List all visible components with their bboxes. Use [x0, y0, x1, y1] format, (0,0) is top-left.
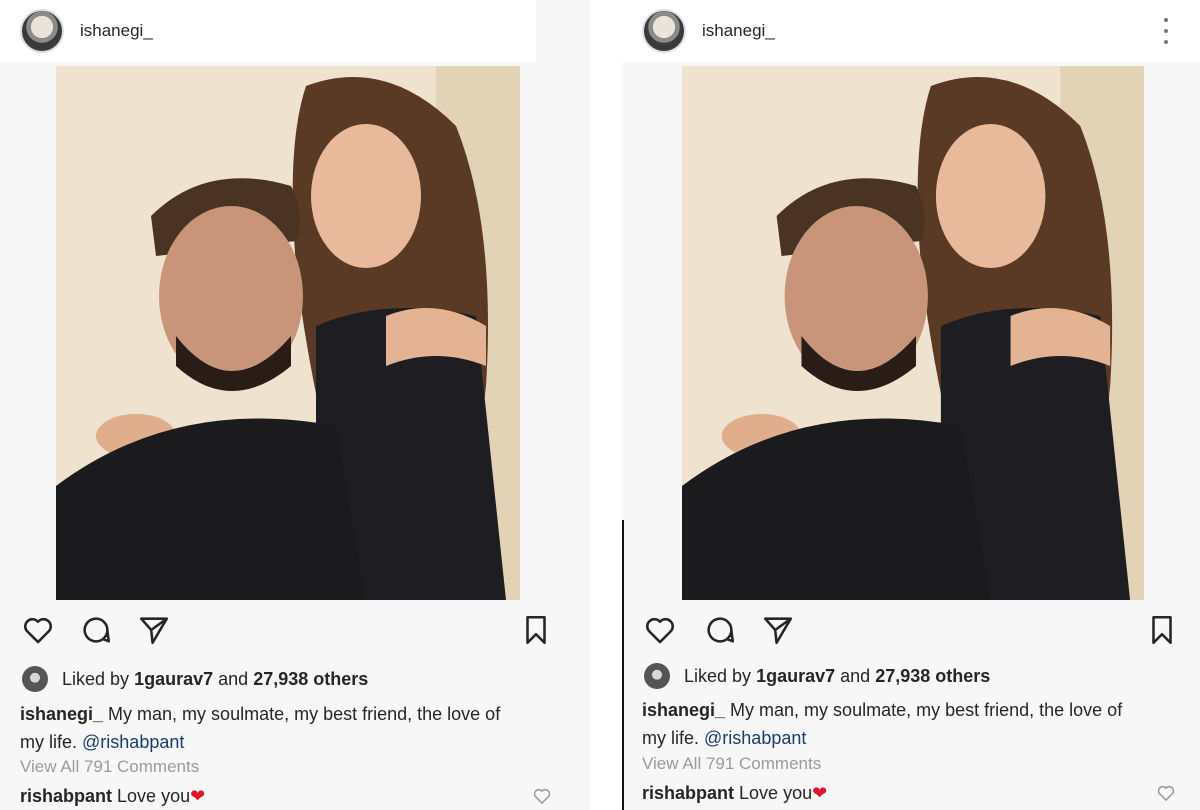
- comment-username[interactable]: rishabpant: [20, 786, 112, 806]
- liked-by-prefix: Liked by: [684, 665, 752, 686]
- liked-by-others[interactable]: 27,938 others: [253, 669, 368, 690]
- paper-plane-icon[interactable]: [760, 612, 796, 648]
- comment-username[interactable]: rishabpant: [642, 783, 734, 803]
- liked-by-user[interactable]: 1gaurav7: [134, 669, 213, 690]
- liker-avatar: [644, 663, 670, 689]
- post-actions: [0, 612, 590, 652]
- liked-by-others[interactable]: 27,938 others: [875, 666, 990, 687]
- post-photo[interactable]: [682, 66, 1144, 600]
- comment-text: Love you: [739, 783, 813, 803]
- post-photo[interactable]: [56, 66, 520, 600]
- paper-plane-icon[interactable]: [136, 612, 172, 648]
- bookmark-icon[interactable]: [518, 612, 554, 648]
- liked-by-and: and: [840, 665, 871, 686]
- post-header: ishanegi_: [0, 0, 536, 62]
- liked-by-prefix: Liked by: [62, 668, 130, 689]
- caption-text-line1: My man, my soulmate, my best friend, the…: [108, 704, 501, 724]
- instagram-post-right: ishanegi_ Liked by 1gaurav7 and 27,938 o…: [622, 0, 1200, 810]
- post-header: ishanegi_: [622, 0, 1200, 62]
- photo-illustration: [56, 66, 520, 600]
- liked-by-user[interactable]: 1gaurav7: [756, 666, 835, 687]
- profile-avatar[interactable]: [642, 9, 686, 53]
- comment-text: Love you: [117, 786, 191, 806]
- instagram-post-left: ishanegi_ Liked by 1gaurav7 and 27,938 o…: [0, 0, 590, 810]
- liker-avatar: [22, 666, 48, 692]
- caption-mention[interactable]: @rishabpant: [82, 732, 184, 752]
- comment-bubble-icon[interactable]: [702, 612, 738, 648]
- comment-row: rishabpant Love you❤: [20, 786, 205, 807]
- small-heart-icon[interactable]: [532, 786, 552, 806]
- collage-divider: [622, 520, 624, 810]
- caption-text-line2: my life.: [642, 728, 700, 748]
- likes-summary[interactable]: Liked by 1gaurav7 and 27,938 others: [644, 663, 990, 689]
- post-actions: [622, 612, 1200, 652]
- profile-avatar[interactable]: [20, 9, 64, 53]
- view-all-comments-link[interactable]: View All 791 Comments: [642, 754, 821, 774]
- comment-heart-emoji: ❤: [812, 783, 828, 803]
- heart-outline-icon[interactable]: [20, 612, 56, 648]
- post-username[interactable]: ishanegi_: [702, 21, 775, 41]
- small-heart-icon[interactable]: [1156, 783, 1176, 803]
- caption-mention[interactable]: @rishabpant: [704, 728, 806, 748]
- liked-by-and: and: [218, 668, 249, 689]
- more-vertical-icon[interactable]: [1156, 14, 1176, 48]
- caption-username[interactable]: ishanegi_: [642, 700, 725, 720]
- likes-summary[interactable]: Liked by 1gaurav7 and 27,938 others: [22, 666, 368, 692]
- view-all-comments-link[interactable]: View All 791 Comments: [20, 757, 199, 777]
- bookmark-icon[interactable]: [1144, 612, 1180, 648]
- comment-bubble-icon[interactable]: [78, 612, 114, 648]
- comment-heart-emoji: ❤: [190, 786, 206, 806]
- caption-username[interactable]: ishanegi_: [20, 704, 103, 724]
- post-caption: ishanegi_ My man, my soulmate, my best f…: [642, 696, 1192, 752]
- caption-text-line1: My man, my soulmate, my best friend, the…: [730, 700, 1123, 720]
- caption-text-line2: my life.: [20, 732, 78, 752]
- post-caption: ishanegi_ My man, my soulmate, my best f…: [20, 700, 570, 756]
- heart-outline-icon[interactable]: [642, 612, 678, 648]
- comment-row: rishabpant Love you❤: [642, 783, 827, 804]
- post-username[interactable]: ishanegi_: [80, 21, 153, 41]
- photo-illustration: [682, 66, 1144, 600]
